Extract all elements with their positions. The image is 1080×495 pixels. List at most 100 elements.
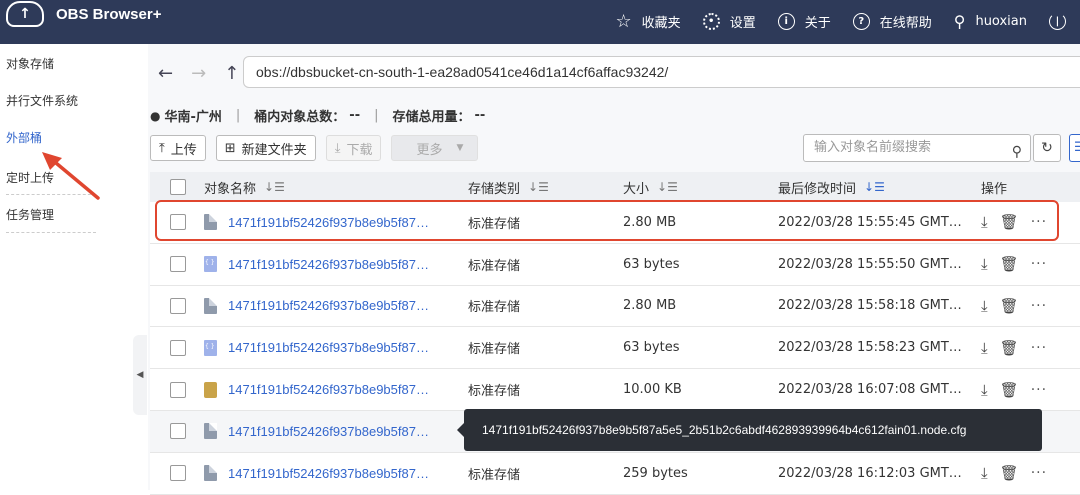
tooltip-text: 1471f191bf52426f937b8e9b5f87a5e5_2b51b2c… [482, 423, 967, 437]
col-name-label: 对象名称 [204, 181, 257, 197]
delete-icon[interactable]: 🗑 [1000, 381, 1019, 399]
more-icon[interactable]: ··· [1031, 340, 1047, 356]
path-bar: ← → ↑ obs://dbsbucket-cn-south-1-ea28ad0… [148, 56, 1080, 90]
forward-arrow-icon[interactable]: → [191, 63, 206, 84]
size-cell: 2.80 MB [623, 214, 677, 230]
object-name-link[interactable]: 1471f191bf52426f937b8e9b5f87… [228, 257, 429, 272]
delete-icon[interactable]: 🗑 [1000, 339, 1019, 357]
back-arrow-icon[interactable]: ← [158, 63, 173, 84]
row-checkbox[interactable] [170, 381, 186, 398]
object-name-link[interactable]: 1471f191bf52426f937b8e9b5f87… [228, 466, 429, 481]
row-checkbox[interactable] [170, 214, 186, 231]
settings-button[interactable]: • 设置 [702, 12, 756, 31]
file-icon [204, 465, 217, 482]
storage-class-cell: 标准存储 [468, 467, 521, 483]
object-name-link[interactable]: 1471f191bf52426f937b8e9b5f87… [228, 298, 429, 313]
search-input[interactable]: 输入对象名前缀搜索 ⚲ [803, 134, 1031, 162]
delete-icon[interactable]: 🗑 [1000, 213, 1019, 231]
sidebar: 对象存储 并行文件系统 外部桶 定时上传 任务管理 [0, 44, 135, 490]
row-checkbox[interactable] [170, 339, 186, 356]
sidebar-item-parallel-fs[interactable]: 并行文件系统 [0, 83, 135, 120]
select-all-checkbox[interactable] [170, 179, 186, 195]
favorites-button[interactable]: ☆ 收藏夹 [616, 11, 681, 32]
size-cell: 2.80 MB [623, 298, 677, 314]
refresh-button[interactable]: ↻ [1033, 134, 1061, 162]
more-icon[interactable]: ··· [1031, 465, 1047, 481]
more-icon[interactable]: ··· [1031, 382, 1047, 398]
bucket-info: ● 华南-广州 | 桶内对象总数： -- | 存储总用量： -- [150, 106, 485, 125]
modified-cell: 2022/03/28 15:58:23 GMT… [778, 340, 962, 356]
cloud-upload-icon: ↑ [6, 1, 44, 27]
object-name-link[interactable]: 1471f191bf52426f937b8e9b5f87… [228, 340, 429, 355]
up-arrow-icon[interactable]: ↑ [224, 63, 239, 84]
storage-class-cell: 标准存储 [468, 216, 521, 232]
search-icon[interactable]: ⚲ [1012, 139, 1022, 165]
col-storage-class[interactable]: 存储类别 ↓☰ [464, 178, 619, 197]
more-icon[interactable]: ··· [1031, 298, 1047, 314]
col-name[interactable]: 对象名称 ↓☰ [204, 178, 464, 197]
about-label: 关于 [804, 16, 831, 31]
delete-icon[interactable]: 🗑 [1000, 297, 1019, 315]
size-cell: 10.00 KB [623, 382, 682, 398]
row-checkbox[interactable] [170, 297, 186, 314]
download-icon[interactable]: ⤓ [981, 213, 988, 231]
more-dropdown[interactable]: 更多 ▼ [391, 135, 479, 161]
row-checkbox[interactable] [170, 423, 186, 440]
modified-cell: 2022/03/28 15:55:45 GMT… [778, 214, 962, 230]
download-icon[interactable]: ⤓ [981, 339, 988, 357]
download-icon[interactable]: ⤓ [981, 381, 988, 399]
row-checkbox[interactable] [170, 465, 186, 482]
row-actions: ⤓ 🗑 ··· [979, 255, 1079, 273]
user-menu[interactable]: ⚲ huoxian [954, 12, 1027, 31]
location-pin-icon: ● [150, 108, 161, 123]
upload-label: 上传 [170, 142, 197, 158]
sidebar-collapse-handle[interactable]: ◀ [133, 335, 147, 415]
about-button[interactable]: i 关于 [777, 12, 831, 31]
row-actions: ⤓ 🗑 ··· [979, 381, 1079, 399]
toolbar: ⤒ 上传 ⊞ 新建文件夹 ⤓ 下载 更多 ▼ [150, 134, 488, 162]
list-view-button[interactable]: ☰ [1069, 134, 1080, 162]
row-checkbox[interactable] [170, 256, 186, 273]
table-row[interactable]: 1471f191bf52426f937b8e9b5f87… 标准存储 2.80 … [150, 202, 1080, 244]
table-row[interactable]: 1471f191bf52426f937b8e9b5f87… 标准存储 10.00… [150, 369, 1080, 411]
table-row[interactable]: 1471f191bf52426f937b8e9b5f87… 标准存储 63 by… [150, 327, 1080, 370]
row-actions: ⤓ 🗑 ··· [979, 213, 1079, 231]
table-row[interactable]: 1471f191bf52426f937b8e9b5f87… 标准存储 259 b… [150, 452, 1080, 495]
info-icon: i [777, 13, 795, 30]
table-row[interactable]: 1471f191bf52426f937b8e9b5f87… 标准存储 2.80 … [150, 285, 1080, 328]
object-name-link[interactable]: 1471f191bf52426f937b8e9b5f87… [228, 424, 429, 439]
sort-icon[interactable]: ↓☰ [264, 180, 285, 194]
more-icon[interactable]: ··· [1031, 214, 1047, 230]
top-bar: ↑ OBS Browser+ ☆ 收藏夹 • 设置 i 关于 ? 在线帮助 ⚲ … [0, 0, 1080, 44]
search-placeholder: 输入对象名前缀搜索 [814, 140, 932, 155]
object-name-link[interactable]: 1471f191bf52426f937b8e9b5f87… [228, 382, 429, 397]
object-name-link[interactable]: 1471f191bf52426f937b8e9b5f87… [228, 215, 429, 230]
sort-icon[interactable]: ↓☰ [528, 180, 549, 194]
modified-cell: 2022/03/28 15:55:50 GMT… [778, 256, 962, 272]
download-icon[interactable]: ⤓ [981, 464, 988, 482]
delete-icon[interactable]: 🗑 [1000, 464, 1019, 482]
modified-cell: 2022/03/28 16:07:08 GMT… [778, 382, 962, 398]
col-size[interactable]: 大小 ↓☰ [619, 178, 774, 197]
col-size-label: 大小 [623, 181, 650, 197]
new-folder-button[interactable]: ⊞ 新建文件夹 [215, 135, 316, 161]
help-button[interactable]: ? 在线帮助 [852, 12, 932, 31]
row-actions: ⤓ 🗑 ··· [979, 464, 1079, 482]
delete-icon[interactable]: 🗑 [1000, 255, 1019, 273]
download-icon[interactable]: ⤓ [981, 297, 988, 315]
logout-button[interactable]: | [1049, 13, 1066, 30]
col-modified[interactable]: 最后修改时间 ↓☰ [774, 178, 979, 197]
download-icon[interactable]: ⤓ [981, 255, 988, 273]
gear-icon: • [702, 13, 720, 30]
sidebar-item-task-management[interactable]: 任务管理 [0, 197, 135, 234]
divider: | [235, 108, 241, 123]
table-row[interactable]: 1471f191bf52426f937b8e9b5f87… 标准存储 63 by… [150, 243, 1080, 286]
upload-button[interactable]: ⤒ 上传 [150, 135, 206, 161]
more-icon[interactable]: ··· [1031, 256, 1047, 272]
path-input[interactable]: obs://dbsbucket-cn-south-1-ea28ad0541ce4… [243, 56, 1080, 88]
sort-icon[interactable]: ↓☰ [864, 180, 885, 194]
download-button[interactable]: ⤓ 下载 [325, 135, 382, 161]
sidebar-item-object-storage[interactable]: 对象存储 [0, 46, 135, 83]
object-count-label: 桶内对象总数： [254, 110, 346, 125]
sort-icon[interactable]: ↓☰ [657, 180, 678, 194]
